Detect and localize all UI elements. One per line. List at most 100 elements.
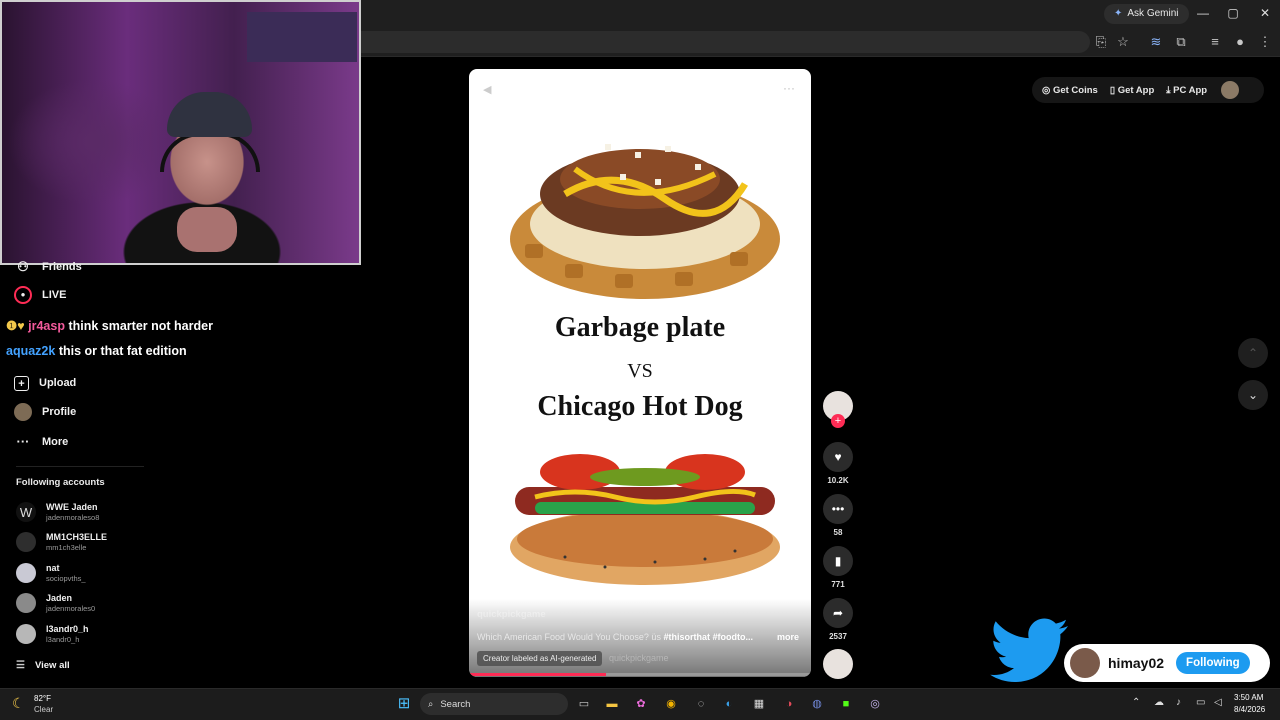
pc-app-label: PC App [1173,84,1208,96]
comment-button[interactable]: ••• [823,494,853,524]
sound-disc-icon[interactable] [823,649,853,679]
caption-more-link[interactable]: more [777,632,799,642]
copilot-icon[interactable]: ✿ [632,695,650,713]
network-icon[interactable]: ▭ [1196,697,1205,708]
app-icon[interactable]: ◎ [866,695,884,713]
file-explorer-icon[interactable]: ▬ [603,695,621,713]
taskbar-search-label: Search [440,698,471,710]
heart-icon: ♥ [834,450,842,464]
twitter-following-button: Following [1176,652,1250,674]
close-window-button[interactable]: ✕ [1250,3,1280,23]
avatar [16,624,36,644]
install-app-icon[interactable]: ⎘ [1092,33,1110,51]
sidebar-item-profile[interactable]: Profile [14,401,76,423]
account-name: l3andr0_h [46,624,89,634]
user-avatar[interactable] [1221,81,1240,99]
microphone-icon[interactable]: ♪ [1176,697,1181,708]
chat-text: this or that fat edition [58,344,187,358]
bookmark-star-icon[interactable]: ☆ [1114,33,1132,51]
account-name: MM1CH3ELLE [46,532,108,542]
extension-icon[interactable]: ≋ [1147,33,1165,51]
clock-time[interactable]: 3:50 AM [1234,693,1263,702]
kick-icon[interactable]: ■ [837,695,855,713]
store-icon[interactable]: ▦ [750,695,768,713]
twitter-follow-card: himay02 Following [1064,644,1270,682]
view-all-link[interactable]: ☰ View all [16,654,70,676]
edge-icon[interactable]: ◐ [720,695,738,713]
account-name: nat [46,563,60,573]
profile-avatar-icon[interactable]: ● [1231,33,1249,51]
onedrive-icon[interactable]: ☁ [1154,697,1164,708]
tiktok-top-actions: ◎ Get Coins ▯ Get App ⤓ PC App [1032,77,1264,103]
account-handle: mm1ch3elle [46,543,87,552]
windows-start-icon[interactable]: ⊞ [395,695,413,713]
volume-icon[interactable]: ◁ [1214,697,1222,708]
ask-gemini-button[interactable]: ✦ Ask Gemini [1104,4,1189,24]
video-author[interactable]: quickpickgame [477,609,546,620]
discord-icon[interactable]: ◍ [808,695,826,713]
following-account[interactable]: Jaden jadenmorales0 [16,589,95,617]
following-account[interactable]: W WWE Jaden jadenmoraleso8 [16,498,99,526]
get-app-label: Get App [1117,84,1155,96]
video-title-top: Garbage plate [554,312,726,343]
webcam-overlay [0,0,361,265]
share-count: 2537 [829,632,847,641]
like-button[interactable]: ♥ [823,442,853,472]
like-count: 10.2K [827,476,849,485]
maximize-button[interactable]: ▢ [1218,3,1248,23]
sidebar-item-upload[interactable]: + Upload [14,372,76,394]
sound-author[interactable]: quickpickgame [609,653,669,663]
account-handle: sociopvths_ [46,574,86,583]
search-icon: ⌕ [428,698,434,710]
browser-menu-icon[interactable]: ⋮ [1256,33,1274,51]
video-player[interactable]: Garbage plate VS Chicago Hot Dog ◀ ··· q… [469,69,811,677]
video-caption: Which American Food Would You Choose? üs… [477,632,753,642]
caption-hashtags[interactable]: #thisorthat #foodto... [663,632,753,642]
tray-chevron-icon[interactable]: ⌃ [1132,697,1140,708]
weather-description[interactable]: Clear [34,705,53,714]
taskbar-search[interactable]: ⌕ Search [420,693,568,715]
reading-list-icon[interactable]: ≡ [1206,33,1224,51]
chicago-hot-dog-image [510,454,780,585]
share-button[interactable]: ➦ [823,598,853,628]
mute-icon[interactable]: ◀ [483,83,491,96]
view-all-label: View all [34,659,70,671]
wwe-logo-avatar: W [16,502,36,522]
pc-app-button[interactable]: ⤓ PC App [1166,85,1207,96]
extensions-puzzle-icon[interactable]: ⧉ [1172,33,1190,51]
account-handle: l3andr0_h [46,635,80,644]
follow-plus-icon[interactable]: + [831,414,845,428]
avatar [16,532,36,552]
next-video-button[interactable]: ⌄ [1238,380,1268,410]
chrome-icon[interactable]: ◉ [662,695,680,713]
comment-icon: ••• [831,502,845,516]
clock-date[interactable]: 8/4/2026 [1234,705,1265,714]
previous-video-button[interactable]: ⌃ [1238,338,1268,368]
video-options-icon[interactable]: ··· [783,81,795,95]
sidebar-item-more[interactable]: ··· More [14,431,69,453]
app-icon[interactable]: ◑ [780,695,798,713]
sidebar-item-friends[interactable]: ⚇ Friends [14,256,82,278]
following-account[interactable]: MM1CH3ELLE mm1ch3elle [16,528,107,556]
badge-icon: ❶♥ [6,319,25,333]
account-name: WWE Jaden [46,502,98,512]
twitter-username: himay02 [1108,655,1165,671]
save-button[interactable]: ▮ [823,546,853,576]
upload-icon: + [14,375,29,391]
following-account[interactable]: nat sociopvths_ [16,559,86,587]
get-coins-button[interactable]: ◎ Get Coins [1042,85,1098,96]
sidebar-item-live[interactable]: ● LIVE [14,284,66,306]
address-bar[interactable] [350,31,1090,53]
task-view-icon[interactable]: ▭ [575,695,593,713]
following-account[interactable]: l3andr0_h l3andr0_h [16,620,89,648]
chat-username: aquaz2k [6,344,56,358]
get-app-button[interactable]: ▯ Get App [1110,85,1154,96]
ai-generated-label: Creator labeled as AI-generated [477,651,603,666]
weather-temperature[interactable]: 82°F [34,694,51,703]
bookmark-icon: ▮ [834,554,842,568]
sidebar-item-label: Upload [39,377,77,389]
chat-username: jr4asp [28,319,65,333]
minimize-button[interactable]: — [1188,3,1218,23]
profile-avatar [14,403,32,421]
obs-icon[interactable]: ◌ [692,695,710,713]
